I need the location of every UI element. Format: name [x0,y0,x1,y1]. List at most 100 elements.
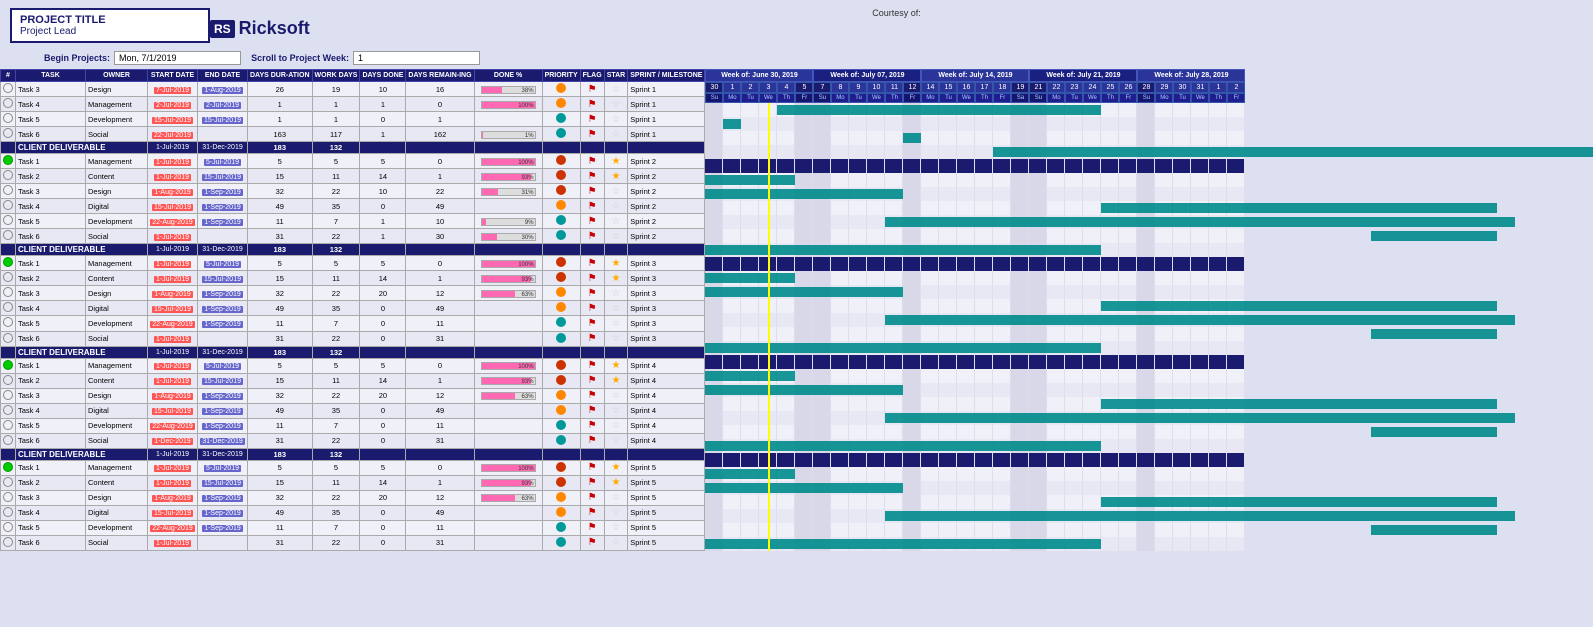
row-donebar: 100% [474,154,542,169]
gantt-cell [1065,481,1083,495]
star-icon: ★ [611,156,620,167]
gantt-task-bar [705,273,795,283]
gantt-cell [849,145,867,159]
gantt-cell [993,131,1011,145]
progress-fill [482,132,483,138]
gantt-cell [705,117,723,131]
row-remaining: 31 [406,331,474,346]
gantt-cell [831,131,849,145]
gantt-cell [795,523,813,537]
gantt-cell [1119,537,1137,551]
gantt-cell [1047,453,1065,467]
gantt-cell [705,411,723,425]
priority-dot [556,302,566,312]
row-sprint: Sprint 4 [628,388,705,403]
table-row: Task 1 Management 1-Jul-2019 5-Jul-2019 … [1,460,705,475]
row-flag: ⚑ [580,358,604,373]
row-workdays: 22 [312,490,360,505]
date-cell: 1-Jul-2019 [154,174,191,181]
row-remaining: 49 [406,199,474,214]
gantt-day-num: 1 [723,82,741,93]
gantt-cell [993,327,1011,341]
row-end: 1-Sep-2019 [198,286,248,301]
row-task: Task 1 [16,358,86,373]
gantt-cell [813,229,831,243]
date-cell: 22-Aug-2019 [150,525,194,532]
priority-dot [556,215,566,225]
gantt-dayname: Mo [1047,93,1065,103]
flag-icon: ⚑ [588,405,597,416]
gantt-day-num: 23 [1065,82,1083,93]
row-sprint: Sprint 5 [628,520,705,535]
gantt-cell [993,257,1011,271]
row-sprint: Sprint 2 [628,154,705,169]
status-circle [3,317,13,327]
gantt-data-row [705,383,1245,397]
row-workdays: 11 [312,373,360,388]
row-end: 1-Sep-2019 [198,301,248,316]
row-owner: Social [86,229,148,244]
gantt-cell [705,313,723,327]
date-cell: 1-Aug-2019 [152,393,193,400]
gantt-cell [993,299,1011,313]
gantt-cell [993,201,1011,215]
gantt-cell [1209,159,1227,173]
gantt-data-row [705,285,1245,299]
status-circle [3,257,13,267]
row-flag: ⚑ [580,475,604,490]
row-end: 15-Jul-2019 [198,271,248,286]
gantt-cell [1227,257,1245,271]
row-owner: Social [86,433,148,448]
gantt-cell [795,355,813,369]
row-done: 14 [360,169,406,184]
scroll-input[interactable] [353,51,480,65]
gantt-data-row [705,439,1245,453]
gantt-cell [795,201,813,215]
gantt-cell [957,201,975,215]
row-workdays: 22 [312,535,360,550]
gantt-cell [1065,257,1083,271]
gantt-cell [831,523,849,537]
row-end: 15-Jul-2019 [198,112,248,127]
section-label: CLIENT DELIVERABLE [16,244,148,256]
gantt-cell [1011,425,1029,439]
date-cell: 1-Sep-2019 [202,510,243,517]
gantt-cell [723,145,741,159]
progress-label: 93% [522,480,534,488]
row-donebar [474,199,542,214]
gantt-cell [957,327,975,341]
row-donebar: 100% [474,256,542,271]
gantt-cell [993,285,1011,299]
begin-projects-input[interactable] [114,51,241,65]
row-num [1,229,16,244]
gantt-cell [1101,243,1119,257]
gantt-cell [939,453,957,467]
row-end: 15-Jul-2019 [198,373,248,388]
gantt-cell [1119,257,1137,271]
gantt-cell [1209,229,1227,243]
row-start: 7-Jul-2019 [148,82,198,97]
row-days: 49 [248,301,313,316]
row-flag: ⚑ [580,301,604,316]
date-cell: 1-Sep-2019 [202,408,243,415]
row-workdays: 22 [312,229,360,244]
row-star: ☆ [604,418,628,433]
status-circle [3,185,13,195]
gantt-cell [993,523,1011,537]
row-remaining: 11 [406,316,474,331]
flag-icon: ⚑ [588,216,597,227]
gantt-cell [1137,103,1155,117]
gantt-cell [939,327,957,341]
gantt-cell [1155,187,1173,201]
progress-bar-container: 93% [481,275,536,283]
gantt-cell [1227,523,1245,537]
row-donebar [474,403,542,418]
row-owner: Digital [86,199,148,214]
gantt-cell [1209,243,1227,257]
gantt-cell [1155,131,1173,145]
row-owner: Design [86,184,148,199]
row-donebar: 38% [474,82,542,97]
priority-dot [556,317,566,327]
gantt-data-row [705,215,1245,229]
row-task: Task 5 [16,418,86,433]
